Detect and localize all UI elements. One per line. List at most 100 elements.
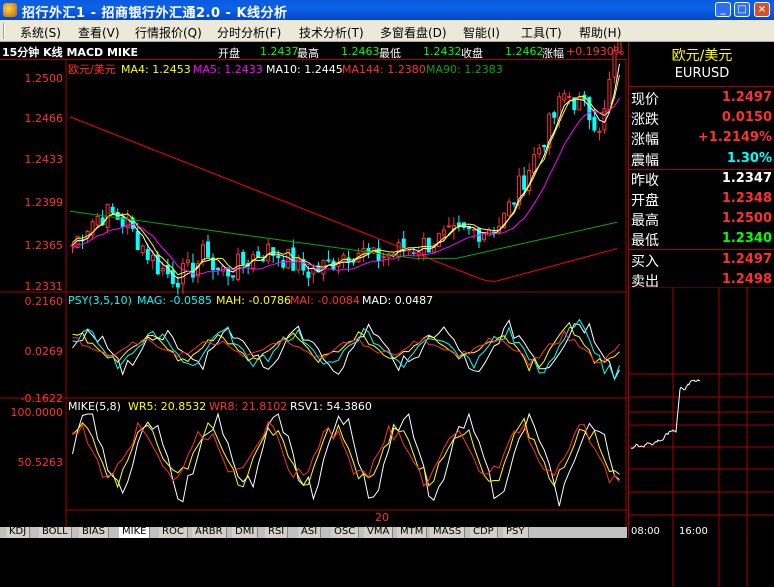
candle-body: [95, 215, 100, 226]
kline-chart[interactable]: 欧元/美元 MA4: 1.2453 MA5: 1.2433 MA10: 1.24…: [0, 42, 627, 527]
psy-y-tick: 0.0269: [25, 345, 64, 358]
tab-mass[interactable]: MASS: [430, 527, 466, 538]
candle-body: [206, 241, 210, 258]
psy-y-tick: 0.2160: [25, 295, 64, 308]
symbol-label: 欧元/美元: [68, 63, 116, 76]
moving-averages: [69, 63, 620, 282]
menu-tools[interactable]: 工具(T): [521, 24, 562, 41]
candle-body: [175, 282, 180, 288]
menu-view[interactable]: 查看(V): [78, 24, 120, 41]
quote-row: 开盘 1.2348: [629, 189, 774, 209]
candle-body: [552, 112, 557, 118]
candle-body: [617, 42, 622, 53]
mini-time-1600: 16:00: [679, 526, 708, 537]
candle-body: [396, 242, 401, 258]
intraday-mini-chart[interactable]: 08:00 16:00: [629, 287, 774, 587]
candle-body: [592, 116, 597, 131]
tab-arbr[interactable]: ARBR: [192, 527, 227, 538]
tab-kdj[interactable]: KDJ: [6, 527, 31, 538]
menu-help[interactable]: 帮助(H): [579, 24, 621, 41]
divider: [629, 86, 774, 87]
quote-row-value: 0.0150: [721, 110, 772, 126]
candle-body: [326, 259, 331, 262]
candle-body: [612, 50, 617, 78]
tab-cdp[interactable]: CDP: [470, 527, 498, 538]
y-tick: 1.2399: [25, 196, 64, 209]
candle-body: [522, 175, 527, 190]
quote-row-label: 买入: [631, 253, 659, 270]
ma10-label: MA10: 1.2445: [266, 63, 343, 76]
quote-row-value: 1.2497: [721, 90, 772, 105]
tab-dmi[interactable]: DMI: [232, 527, 259, 538]
candle-body: [436, 233, 441, 247]
quote-row: 涨跌 0.0150: [629, 108, 774, 128]
candle-body: [512, 202, 517, 205]
tab-roc[interactable]: ROC: [159, 527, 188, 538]
candle-body: [341, 254, 346, 263]
candle-body: [180, 263, 185, 285]
menu-intraday[interactable]: 分时分析(F): [217, 24, 281, 41]
candle-body: [306, 271, 311, 278]
quote-row-label: 最低: [631, 233, 659, 250]
menu-technical[interactable]: 技术分析(T): [299, 24, 364, 41]
mini-price-line: [630, 379, 701, 449]
quote-row: 震幅 1.30%: [629, 149, 774, 169]
quote-code: EURUSD: [674, 66, 730, 81]
ma4-line: [72, 63, 620, 279]
candlesticks: [70, 42, 622, 295]
indicator-tabs: KDJ BOLL BIAS MIKE ROC ARBR DMI RSI ASI OSC VMA MTM…: [0, 527, 627, 538]
candle-body: [567, 95, 572, 98]
quote-row: 买入 1.2497: [629, 250, 774, 270]
tab-rsi[interactable]: RSI: [265, 527, 289, 538]
quote-row: 涨幅 +1.2149%: [629, 128, 774, 148]
menu-quotes[interactable]: 行情报价(Q): [135, 24, 202, 41]
y-tick: 1.2466: [25, 112, 64, 125]
candle-body: [70, 244, 75, 247]
mai-label: MAI: -0.0084: [290, 294, 360, 307]
y-tick: 1.2331: [25, 280, 64, 293]
quote-row-label: 涨幅: [631, 132, 659, 149]
title-bar: 招行外汇1 - 招商银行外汇通2.0 - K线分析 _ □ ×: [0, 0, 774, 21]
candle-body: [291, 247, 296, 271]
maximize-button[interactable]: □: [734, 2, 750, 17]
ma5-label: MA5: 1.2433: [193, 63, 263, 76]
minimize-button[interactable]: _: [715, 2, 731, 17]
candle-body: [607, 78, 612, 110]
mag-label: MAG: -0.0585: [137, 294, 212, 307]
candle-body: [381, 256, 386, 259]
menu-smart[interactable]: 智能(I): [463, 24, 500, 41]
y-tick: 1.2433: [25, 153, 64, 166]
menu-multi-window[interactable]: 多窗看盘(D): [380, 24, 447, 41]
tab-psy[interactable]: PSY: [503, 527, 529, 538]
quote-row: 最低 1.2340: [629, 229, 774, 249]
candle-body: [160, 268, 165, 272]
tab-vma[interactable]: VMA: [364, 527, 394, 538]
tab-mtm[interactable]: MTM: [397, 527, 428, 538]
candle-body: [597, 130, 602, 133]
wr5-line: [72, 417, 620, 489]
candle-body: [562, 93, 567, 101]
tab-asi[interactable]: ASI: [298, 527, 322, 538]
app-icon: [3, 3, 17, 17]
close-button[interactable]: ×: [754, 2, 770, 17]
quote-row: 昨收 1.2347: [629, 169, 774, 189]
tab-boll[interactable]: BOLL: [39, 527, 72, 538]
mike-label: MIKE(5,8): [68, 400, 121, 413]
tab-bias[interactable]: BIAS: [79, 527, 109, 538]
tab-mike[interactable]: MIKE: [119, 527, 151, 538]
ma90-label: MA90: 1.2383: [426, 63, 503, 76]
quote-row-label: 现价: [631, 92, 659, 108]
menu-system[interactable]: 系统(S): [20, 24, 61, 41]
menu-grip: [3, 23, 5, 39]
psy-line: [72, 319, 620, 381]
candle-body: [276, 255, 281, 259]
window-title: 招行外汇1 - 招商银行外汇通2.0 - K线分析: [22, 6, 288, 21]
rsv1-line: [72, 412, 620, 507]
quote-row-value: 1.2348: [721, 191, 772, 206]
mah-line: [72, 321, 620, 372]
quote-row-value: +1.2149%: [697, 130, 772, 146]
quote-row-label: 震幅: [631, 152, 659, 169]
candle-body: [507, 201, 512, 217]
tab-osc[interactable]: OSC: [331, 527, 360, 538]
mad-label: MAD: 0.0487: [362, 294, 433, 307]
